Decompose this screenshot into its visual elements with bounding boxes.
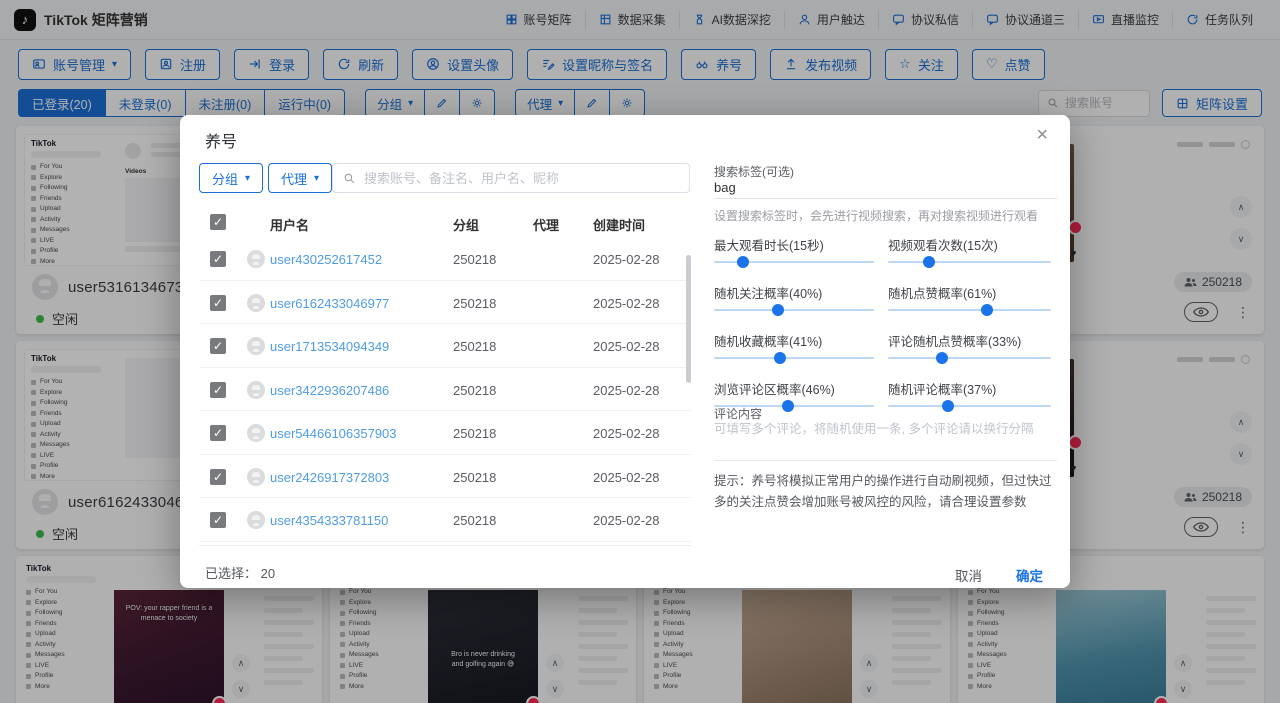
row-username[interactable]: user3422936207486 (270, 383, 389, 398)
slider-cell: 随机点赞概率(61%) (888, 279, 1057, 327)
modal-actions: 取消 确定 (941, 555, 1057, 595)
row-username[interactable]: user6162433046977 (270, 296, 389, 311)
table-scrollbar[interactable] (686, 255, 691, 383)
row-group: 250218 (453, 252, 496, 267)
row-checkbox[interactable] (210, 382, 226, 398)
slider[interactable] (888, 309, 1051, 311)
row-checkbox[interactable] (210, 425, 226, 441)
table-header: 用户名 分组 代理 创建时间 (199, 211, 691, 237)
account-table: user430252617452 250218 2025-02-28 user6… (199, 237, 691, 542)
slider-thumb[interactable] (782, 400, 794, 412)
slider-cell: 视频观看次数(15次) (888, 231, 1057, 279)
avatar (247, 424, 265, 442)
slider-thumb[interactable] (923, 256, 935, 268)
slider-thumb[interactable] (772, 304, 784, 316)
modal-group-dropdown[interactable]: 分组▾ (199, 163, 263, 193)
avatar (247, 250, 265, 268)
table-row[interactable]: user2426917372803 250218 2025-02-28 (199, 455, 691, 499)
divider (714, 460, 1057, 461)
tag-input[interactable] (714, 177, 1057, 199)
nurture-modal: 养号 × 分组▾ 代理▾ 用户名 分组 代理 创建时间 user4 (180, 115, 1070, 588)
slider-label: 浏览评论区概率(46%) (714, 375, 880, 398)
row-created: 2025-02-28 (593, 383, 660, 398)
table-row[interactable]: user3422936207486 250218 2025-02-28 (199, 368, 691, 412)
row-created: 2025-02-28 (593, 426, 660, 441)
slider-thumb[interactable] (942, 400, 954, 412)
close-icon[interactable]: × (1036, 123, 1048, 147)
row-group: 250218 (453, 296, 496, 311)
slider-thumb[interactable] (774, 352, 786, 364)
row-created: 2025-02-28 (593, 296, 660, 311)
confirm-button[interactable]: 确定 (1016, 565, 1043, 585)
slider-label: 视频观看次数(15次) (888, 231, 1057, 254)
table-row[interactable]: user54466106357903 250218 2025-02-28 (199, 411, 691, 455)
slider-label: 评论随机点赞概率(33%) (888, 327, 1057, 350)
row-username[interactable]: user1713534094349 (270, 339, 389, 354)
row-checkbox[interactable] (210, 251, 226, 267)
slider[interactable] (714, 357, 874, 359)
comment-textarea[interactable] (714, 418, 1057, 454)
tip-text: 提示：养号将模拟正常用户的操作进行自动刷视频，但过快过多的关注点赞会增加账号被风… (714, 471, 1059, 513)
slider-cell: 随机评论概率(37%) (888, 375, 1057, 423)
chevron-down-icon: ▾ (314, 173, 319, 184)
row-checkbox[interactable] (210, 338, 226, 354)
slider[interactable] (888, 405, 1051, 407)
slider-label: 随机点赞概率(61%) (888, 279, 1057, 302)
slider[interactable] (888, 261, 1051, 263)
row-checkbox[interactable] (210, 295, 226, 311)
slider-thumb[interactable] (737, 256, 749, 268)
slider-label: 最大观看时长(15秒) (714, 231, 880, 254)
table-row[interactable]: user430252617452 250218 2025-02-28 (199, 237, 691, 281)
slider-cell: 随机关注概率(40%) (714, 279, 880, 327)
avatar (247, 468, 265, 486)
row-created: 2025-02-28 (593, 470, 660, 485)
row-username[interactable]: user2426917372803 (270, 470, 389, 485)
modal-account-search[interactable] (332, 163, 690, 193)
select-all-checkbox[interactable] (210, 214, 226, 230)
avatar (247, 337, 265, 355)
search-icon (343, 172, 356, 185)
modal-search-input[interactable] (364, 171, 679, 186)
row-created: 2025-02-28 (593, 252, 660, 267)
avatar (247, 381, 265, 399)
slider-cell: 随机收藏概率(41%) (714, 327, 880, 375)
row-username[interactable]: user430252617452 (270, 252, 382, 267)
avatar (247, 294, 265, 312)
slider-label: 随机关注概率(40%) (714, 279, 880, 302)
row-group: 250218 (453, 470, 496, 485)
slider[interactable] (714, 261, 874, 263)
row-created: 2025-02-28 (593, 339, 660, 354)
modal-title: 养号 (205, 128, 237, 152)
row-checkbox[interactable] (210, 469, 226, 485)
row-username[interactable]: user4354333781150 (270, 513, 388, 528)
slider-label: 随机收藏概率(41%) (714, 327, 880, 350)
slider-label: 随机评论概率(37%) (888, 375, 1057, 398)
modal-proxy-dropdown[interactable]: 代理▾ (268, 163, 332, 193)
chevron-down-icon: ▾ (245, 173, 250, 184)
divider (199, 545, 691, 546)
slider-thumb[interactable] (981, 304, 993, 316)
selected-count: 已选择： 20 (205, 563, 275, 582)
slider[interactable] (714, 309, 874, 311)
table-row[interactable]: user4354333781150 250218 2025-02-28 (199, 498, 691, 542)
slider[interactable] (888, 357, 1051, 359)
slider-cell: 最大观看时长(15秒) (714, 231, 880, 279)
avatar (247, 511, 265, 529)
slider-grid: 最大观看时长(15秒) 视频观看次数(15次) 随机关注概率(40%) (714, 231, 1057, 423)
row-group: 250218 (453, 383, 496, 398)
row-group: 250218 (453, 339, 496, 354)
slider-thumb[interactable] (936, 352, 948, 364)
row-group: 250218 (453, 426, 496, 441)
row-group: 250218 (453, 513, 496, 528)
slider-cell: 评论随机点赞概率(33%) (888, 327, 1057, 375)
row-checkbox[interactable] (210, 512, 226, 528)
row-created: 2025-02-28 (593, 513, 660, 528)
app-window: ♪ TikTok 矩阵营销 账号矩阵 数据采集 AI数据深挖 用户触达 协议私信 (0, 0, 1280, 703)
row-username[interactable]: user54466106357903 (270, 426, 397, 441)
table-row[interactable]: user1713534094349 250218 2025-02-28 (199, 324, 691, 368)
cancel-button[interactable]: 取消 (955, 565, 982, 585)
table-row[interactable]: user6162433046977 250218 2025-02-28 (199, 281, 691, 325)
tag-hint: 设置搜索标签时，会先进行视频搜索，再对搜索视频进行观看 (714, 207, 1057, 224)
